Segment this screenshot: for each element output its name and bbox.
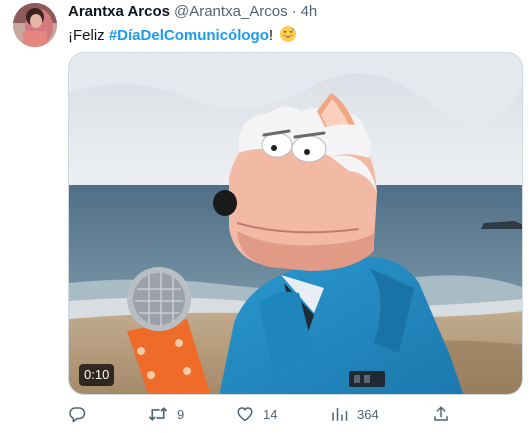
video-player[interactable] xyxy=(68,52,523,395)
retweet-icon xyxy=(148,407,168,421)
reply-icon xyxy=(69,407,86,423)
hashtag-link[interactable]: #DíaDelComunicólogo xyxy=(109,27,269,44)
author-handle[interactable]: @Arantxa_Arcos xyxy=(174,3,288,20)
share-icon xyxy=(434,406,448,421)
tweet[interactable]: Arantxa Arcos @Arantxa_Arcos · 4h ¡Feliz… xyxy=(0,0,532,433)
timestamp[interactable]: 4h xyxy=(301,3,318,20)
retweet-count: 9 xyxy=(177,406,185,422)
author-name[interactable]: Arantxa Arcos xyxy=(68,3,170,20)
video-duration-badge: 0:10 xyxy=(79,364,115,386)
tweet-text-prefix: ¡Feliz xyxy=(68,27,109,44)
views-count: 364 xyxy=(357,406,379,422)
avatar[interactable] xyxy=(13,3,57,47)
views-bar-chart-icon xyxy=(332,408,348,421)
avatar-photo xyxy=(13,3,57,47)
tweet-header: Arantxa Arcos @Arantxa_Arcos · 4h xyxy=(68,3,317,23)
retweet-button[interactable]: 9 xyxy=(148,403,184,425)
views-button[interactable]: 364 xyxy=(330,403,379,425)
grinning-sweat-emoji-icon xyxy=(279,25,297,47)
video-frame xyxy=(69,53,522,394)
tweet-text: ¡Feliz #DíaDelComunicólogo! xyxy=(68,25,297,47)
share-button[interactable] xyxy=(432,403,450,425)
reply-button[interactable] xyxy=(68,403,86,425)
separator-dot: · xyxy=(291,3,297,20)
like-count: 14 xyxy=(263,406,278,422)
like-button[interactable]: 14 xyxy=(236,403,277,425)
heart-icon xyxy=(237,407,253,422)
tweet-text-suffix: ! xyxy=(268,27,274,44)
action-bar: 9 14 364 xyxy=(68,403,452,425)
